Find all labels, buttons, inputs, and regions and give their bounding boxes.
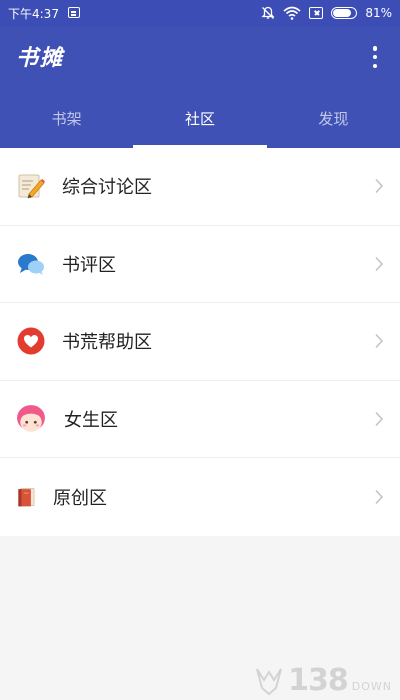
- list-item-general-discussion[interactable]: 综合讨论区: [0, 148, 400, 226]
- app-bar: 书摊 书架 社区 发现: [0, 26, 400, 148]
- tab-discover[interactable]: 发现: [267, 96, 400, 148]
- status-bar: 下午4:37 81%: [0, 0, 400, 26]
- list-item-label: 综合讨论区: [62, 177, 152, 199]
- wifi-icon: [283, 6, 301, 20]
- battery-percentage: 81%: [365, 6, 392, 20]
- book-icon: [18, 487, 35, 507]
- tab-bar: 书架 社区 发现: [0, 96, 400, 148]
- battery-icon: [331, 7, 358, 19]
- list-item-girls-section[interactable]: 女生区: [0, 381, 400, 458]
- watermark-text: DOWN: [351, 680, 392, 693]
- girl-face-icon: [17, 404, 45, 432]
- more-options-icon[interactable]: [372, 46, 378, 68]
- status-time: 下午4:37: [8, 7, 59, 21]
- site-watermark: 138 DOWN: [254, 666, 392, 696]
- list-item-label: 原创区: [53, 487, 107, 509]
- tab-bookshelf[interactable]: 书架: [0, 96, 133, 148]
- watermark-number: 138: [288, 663, 349, 698]
- bell-muted-icon: [261, 6, 275, 19]
- message-notification-icon: [68, 7, 80, 18]
- chevron-right-icon: [375, 179, 384, 194]
- heart-icon: [17, 327, 45, 355]
- tab-community[interactable]: 社区: [133, 96, 267, 148]
- list-item-original-works[interactable]: 原创区: [0, 458, 400, 536]
- no-sim-icon: [309, 7, 324, 19]
- list-item-book-reviews[interactable]: 书评区: [0, 226, 400, 303]
- community-list: 综合讨论区 书评区 书荒帮助区 女生区 原创区: [0, 148, 400, 536]
- notepad-pencil-icon: [18, 174, 45, 199]
- app-title: 书摊: [16, 45, 65, 71]
- site-logo-icon: [256, 668, 283, 696]
- chevron-right-icon: [375, 411, 384, 426]
- chevron-right-icon: [375, 334, 384, 349]
- list-item-book-shortage-help[interactable]: 书荒帮助区: [0, 303, 400, 381]
- list-item-label: 书评区: [62, 254, 116, 276]
- status-icons: 81%: [261, 4, 392, 22]
- list-item-label: 女生区: [64, 409, 118, 431]
- chevron-right-icon: [375, 489, 384, 504]
- chevron-right-icon: [375, 256, 384, 271]
- list-item-label: 书荒帮助区: [62, 332, 152, 354]
- chat-bubbles-icon: [18, 253, 44, 275]
